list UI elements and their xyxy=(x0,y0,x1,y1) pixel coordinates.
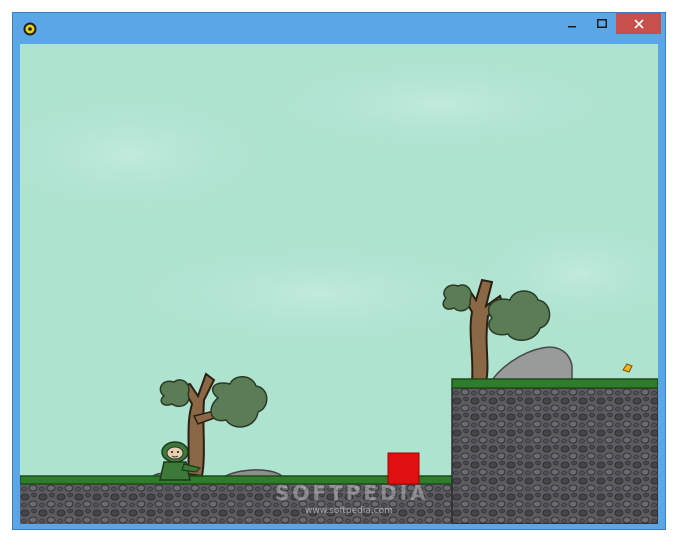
maximize-button[interactable] xyxy=(588,13,615,34)
watermark-brand: SOFTPEDIA xyxy=(275,481,429,505)
minimize-button[interactable] xyxy=(558,13,585,34)
red-block xyxy=(387,452,420,485)
gear-icon xyxy=(23,22,37,36)
game-canvas[interactable]: SOFTPEDIA www.softpedia.com xyxy=(20,44,658,524)
game-window: SOFTPEDIA www.softpedia.com xyxy=(12,12,666,530)
maximize-icon xyxy=(596,18,607,28)
plateau-rock xyxy=(451,387,658,524)
plateau-grass xyxy=(451,378,658,389)
title-bar[interactable] xyxy=(13,13,665,44)
sky-cloud xyxy=(240,49,640,159)
close-icon xyxy=(633,18,644,29)
close-button[interactable] xyxy=(616,13,661,34)
watermark-url: www.softpedia.com xyxy=(305,506,393,516)
minimize-icon xyxy=(567,25,576,27)
